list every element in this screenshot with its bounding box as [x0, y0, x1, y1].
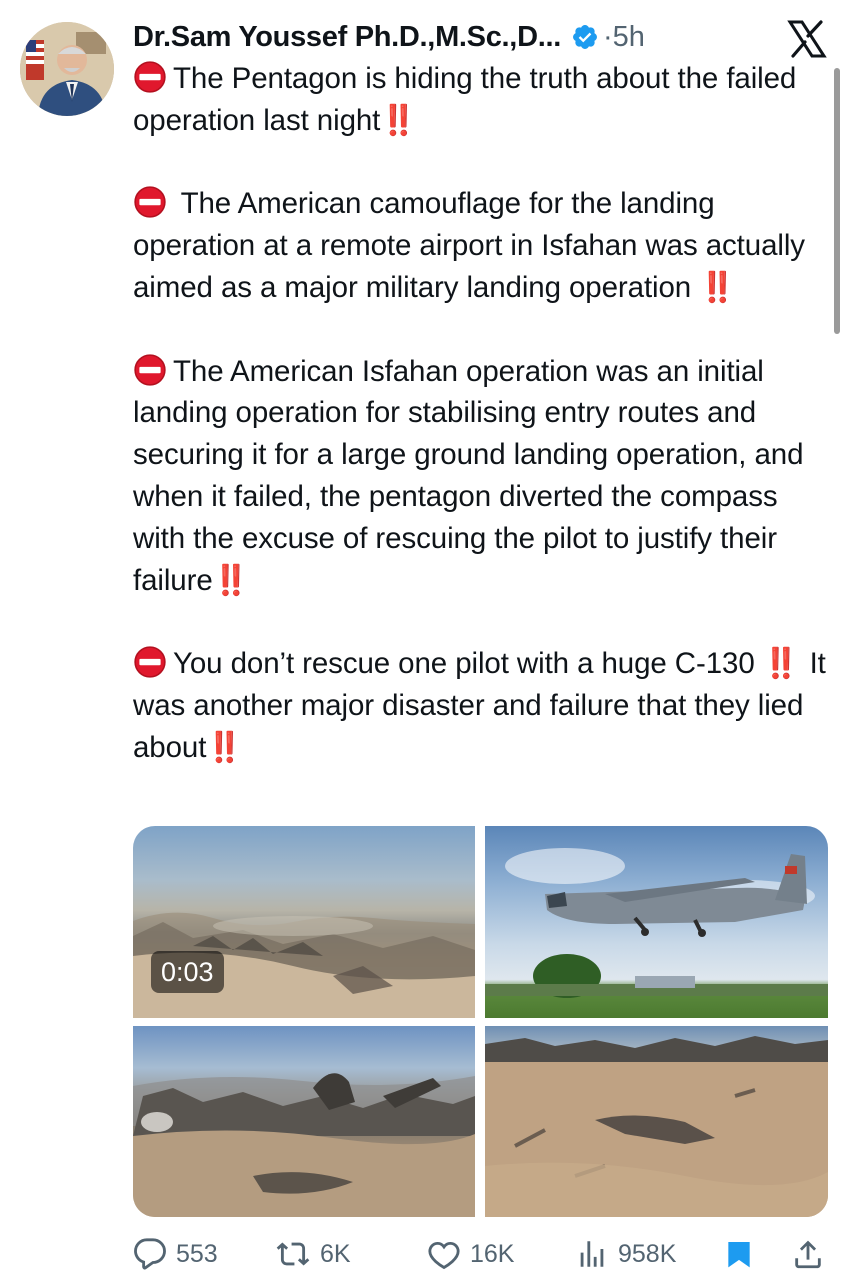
- no-entry-icon: [134, 646, 166, 678]
- views-icon: [580, 1241, 604, 1267]
- like-button[interactable]: 16K: [427, 1234, 514, 1274]
- heart-icon: [428, 1241, 460, 1270]
- reply-icon: [134, 1238, 166, 1270]
- share-icon: [795, 1240, 821, 1269]
- view-count: 958K: [618, 1239, 677, 1268]
- tweet-paragraph: The American camouflage for the landing …: [133, 183, 833, 308]
- repost-count: 6K: [320, 1239, 351, 1268]
- double-exclamation-icon: ‼️: [380, 103, 420, 137]
- double-exclamation-icon: ‼️: [762, 647, 802, 681]
- media-image-tile[interactable]: [485, 826, 828, 1018]
- tweet-paragraph: The Pentagon is hiding the truth about t…: [133, 58, 833, 142]
- header-separator: ·: [602, 20, 613, 53]
- author-name[interactable]: Dr.Sam Youssef Ph.D.,M.Sc.,D...: [133, 21, 561, 54]
- bookmark-button[interactable]: [723, 1234, 755, 1274]
- tweet-paragraph: You don’t rescue one pilot with a huge C…: [133, 643, 833, 768]
- like-count: 16K: [470, 1239, 515, 1268]
- double-exclamation-icon: ‼️: [212, 563, 252, 597]
- share-button[interactable]: [791, 1234, 825, 1274]
- double-exclamation-icon: ‼️: [206, 730, 246, 764]
- video-duration-badge: 0:03: [151, 951, 224, 993]
- repost-button[interactable]: 6K: [275, 1234, 351, 1274]
- reply-button[interactable]: 553: [133, 1234, 218, 1274]
- timestamp[interactable]: 5h: [613, 21, 645, 54]
- repost-icon: [276, 1242, 310, 1266]
- verified-badge-icon: [573, 25, 597, 49]
- x-logo-icon[interactable]: [787, 20, 827, 58]
- media-video-tile[interactable]: 0:03: [133, 826, 475, 1018]
- paragraph-text: You don’t rescue one pilot with a huge C…: [173, 647, 763, 681]
- tweet-text: The Pentagon is hiding the truth about t…: [133, 58, 833, 769]
- media-image-tile[interactable]: [485, 1026, 828, 1217]
- paragraph-text: The American Isfahan operation was an in…: [133, 354, 804, 597]
- views-button[interactable]: 958K: [575, 1234, 676, 1274]
- reply-count: 553: [176, 1239, 218, 1268]
- paragraph-text: The Pentagon is hiding the truth about t…: [133, 62, 797, 137]
- tweet-paragraph: The American Isfahan operation was an in…: [133, 351, 833, 602]
- scrollbar[interactable]: [834, 68, 840, 334]
- no-entry-icon: [134, 186, 166, 219]
- media-image-tile[interactable]: [133, 1026, 475, 1217]
- bookmark-icon: [728, 1242, 750, 1268]
- tweet-actions: 553 6K 16K 958K: [133, 1234, 828, 1274]
- tweet-header: Dr.Sam Youssef Ph.D.,M.Sc.,D... · 5h: [133, 16, 793, 58]
- avatar[interactable]: [20, 22, 114, 116]
- double-exclamation-icon: ‼️: [699, 270, 738, 304]
- no-entry-icon: [134, 353, 166, 386]
- media-grid: 0:03: [133, 826, 828, 1217]
- no-entry-icon: [134, 61, 166, 93]
